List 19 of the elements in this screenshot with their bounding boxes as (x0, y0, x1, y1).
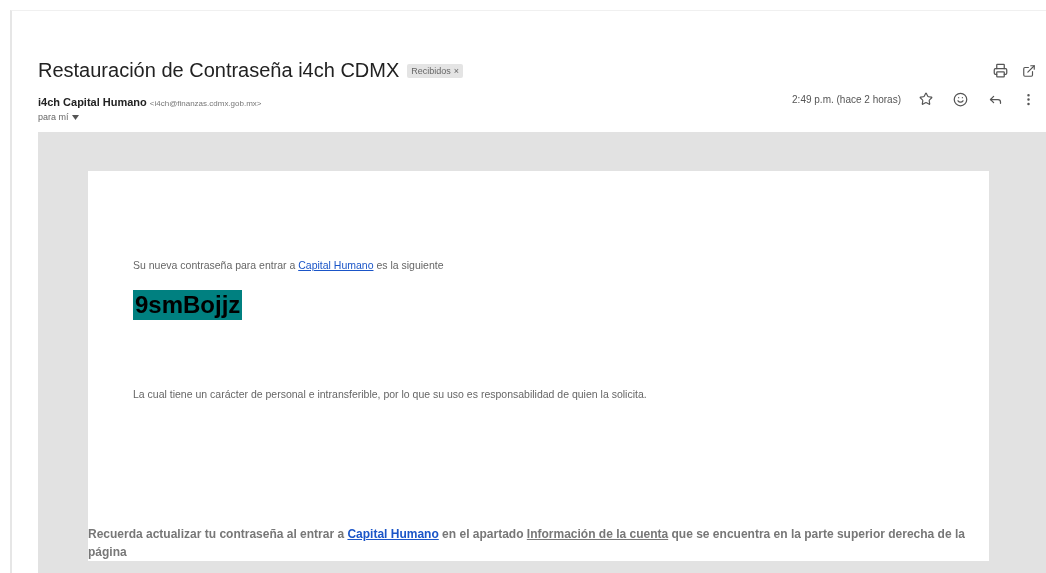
note-text: La cual tiene un carácter de personal e intransferible, por lo que su uso es responsabilidad de quien la solicita. (133, 388, 648, 400)
capital-humano-link[interactable]: Capital Humano (347, 527, 439, 541)
reminder-text: Recuerda actualizar tu contraseña al entrar a Capital Humano en el apartado Información de la cuenta que se encuentra en la parte superior derecha de la página (88, 526, 966, 561)
recipient-dropdown[interactable]: para mí (38, 112, 79, 122)
inbox-label: Recibidos × (407, 63, 464, 78)
new-window-icon[interactable] (1022, 63, 1036, 78)
sender-name: i4ch Capital Humano (38, 96, 147, 108)
sender-email: <i4ch@finanzas.cdmx.gob.mx> (149, 99, 262, 108)
emoji-icon[interactable] (953, 92, 968, 107)
email-subject: Restauración de Contraseña i4ch CDMX (38, 59, 400, 82)
email-time: 2:49 p.m. (hace 2 horas) (792, 94, 901, 105)
caret-icon (71, 114, 79, 120)
intro-text: Su nueva contraseña para entrar a Capital Humano es la siguiente (133, 259, 445, 271)
account-info-link[interactable]: Información de la cuenta (526, 527, 669, 541)
password-text: 9smBojjz (133, 290, 243, 320)
star-icon[interactable] (919, 92, 933, 106)
remove-label-button[interactable]: × (453, 65, 460, 76)
print-icon[interactable] (993, 63, 1008, 78)
capital-humano-link[interactable]: Capital Humano (298, 259, 374, 271)
